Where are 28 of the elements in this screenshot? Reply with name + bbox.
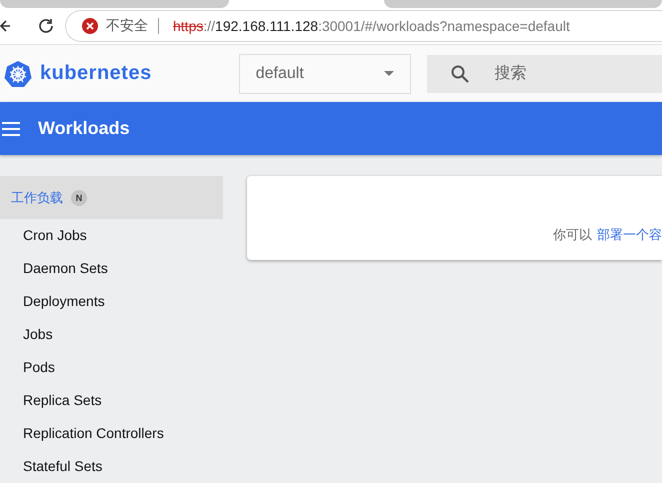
namespace-badge: N xyxy=(71,190,87,206)
namespace-select[interactable]: default xyxy=(238,54,411,94)
search-icon xyxy=(450,64,469,83)
back-icon[interactable] xyxy=(0,18,10,33)
nav-section[interactable]: 工作负载 N xyxy=(0,176,223,219)
sidebar-item[interactable]: Stateful Sets xyxy=(0,450,223,483)
caret-icon xyxy=(384,71,394,76)
url-text: https://192.168.111.128:30001/#/workloads?namespace=default xyxy=(173,18,570,34)
warning-icon xyxy=(82,18,98,34)
search-field[interactable]: 搜索 xyxy=(426,54,662,93)
sidebar-item[interactable]: Replication Controllers xyxy=(0,417,223,450)
sidebar-item[interactable]: Jobs xyxy=(0,318,223,351)
address-bar[interactable]: 不安全 https://192.168.111.128:30001/#/workloads?namespace=default xyxy=(65,10,662,42)
logo-text: kubernetes xyxy=(40,62,152,86)
card-text: 你可以 xyxy=(553,226,592,244)
sidebar-item[interactable]: Deployments xyxy=(0,285,223,318)
menu-icon[interactable] xyxy=(2,122,20,136)
search-input[interactable]: 搜索 xyxy=(492,64,647,84)
page-title: Workloads xyxy=(38,118,130,140)
security-label: 不安全 xyxy=(106,16,148,35)
deploy-link[interactable]: 部署一个容 xyxy=(597,226,662,244)
section-label: 工作负载 xyxy=(11,188,63,206)
helm-logo-icon xyxy=(4,60,32,88)
sidebar-item[interactable]: Cron Jobs xyxy=(0,219,223,252)
sidebar-item[interactable]: Replica Sets xyxy=(0,384,223,417)
sidebar-item[interactable]: Pods xyxy=(0,351,223,384)
reload-icon[interactable] xyxy=(37,16,55,35)
sidebar-item[interactable]: Daemon Sets xyxy=(0,252,223,285)
